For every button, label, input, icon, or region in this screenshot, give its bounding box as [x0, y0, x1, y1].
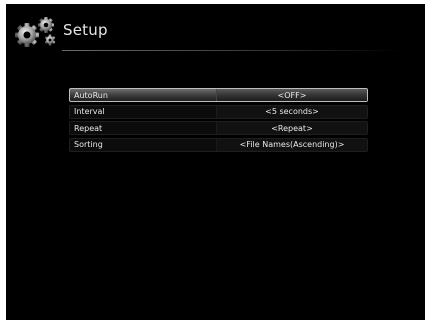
gears-icon [12, 15, 60, 51]
setting-row-repeat[interactable]: Repeat <Repeat> [69, 121, 368, 135]
title-divider [62, 50, 402, 51]
setting-label: Repeat [74, 123, 103, 133]
setting-row-interval[interactable]: Interval <5 seconds> [69, 104, 368, 119]
setting-label: Sorting [74, 140, 103, 149]
setting-label: AutoRun [74, 90, 108, 100]
setting-label: Interval [74, 107, 105, 116]
setting-row-autorun[interactable]: AutoRun <OFF> [69, 88, 368, 102]
setup-screen: Setup AutoRun <OFF> Interval <5 seconds>… [6, 4, 425, 320]
page-title: Setup [63, 21, 108, 39]
setting-value[interactable]: <File Names(Ascending)> [216, 138, 367, 151]
setting-value[interactable]: <OFF> [216, 89, 367, 101]
setting-value[interactable]: <5 seconds> [216, 105, 367, 118]
setting-row-sorting[interactable]: Sorting <File Names(Ascending)> [69, 137, 368, 152]
setting-value[interactable]: <Repeat> [216, 122, 367, 134]
settings-list: AutoRun <OFF> Interval <5 seconds> Repea… [69, 88, 368, 154]
